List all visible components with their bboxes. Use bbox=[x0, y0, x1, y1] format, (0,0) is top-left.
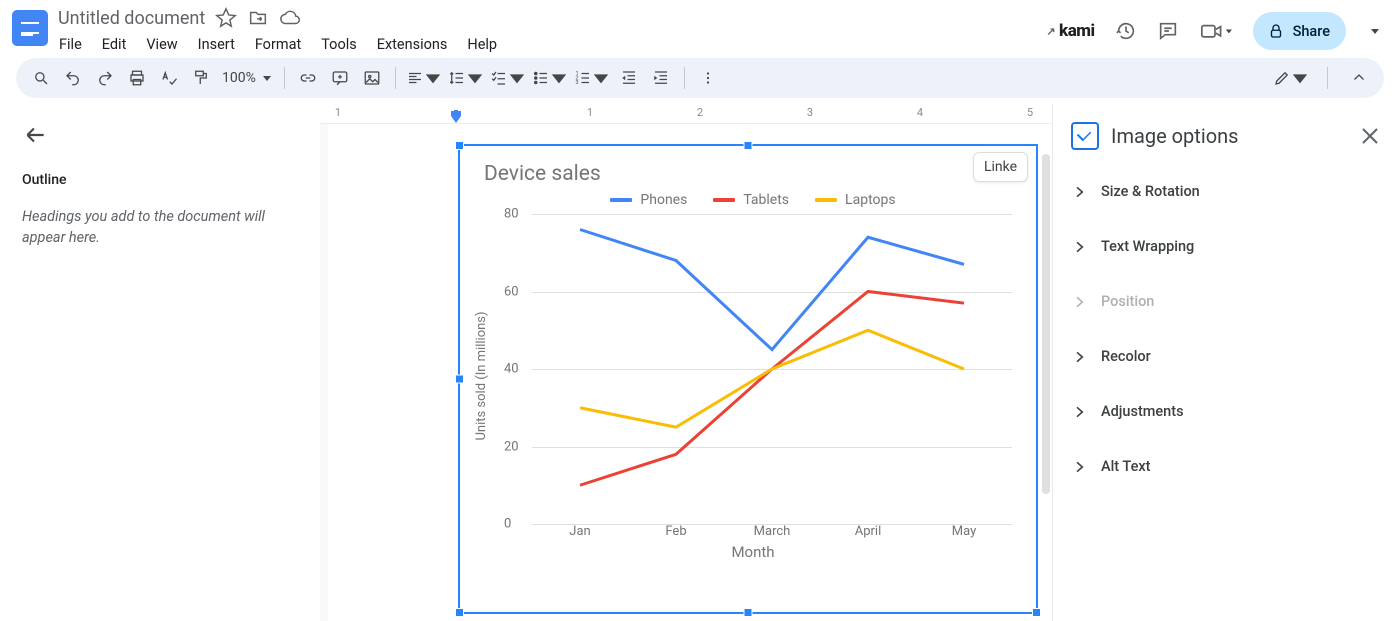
ruler-tick: 3 bbox=[807, 106, 813, 119]
outline-title: Outline bbox=[22, 172, 298, 188]
back-arrow-icon[interactable] bbox=[22, 122, 50, 150]
kami-extension-button[interactable]: ↗ kami bbox=[1046, 21, 1094, 41]
sidebar-section-position: Position bbox=[1053, 274, 1400, 329]
external-link-icon: ↗ bbox=[1046, 25, 1055, 38]
y-axis-label: Units sold (In millions) bbox=[474, 311, 489, 440]
sidebar-section-text-wrapping[interactable]: Text Wrapping bbox=[1053, 219, 1400, 274]
undo-icon[interactable] bbox=[58, 63, 88, 93]
print-icon[interactable] bbox=[122, 63, 152, 93]
sidebar-section-adjustments[interactable]: Adjustments bbox=[1053, 384, 1400, 439]
spellcheck-icon[interactable] bbox=[154, 63, 184, 93]
move-icon[interactable] bbox=[247, 7, 269, 29]
star-icon[interactable] bbox=[215, 7, 237, 29]
chart-plot: 020406080 bbox=[532, 214, 1028, 524]
separator bbox=[395, 67, 396, 89]
selected-image[interactable]: Linke Device sales PhonesTabletsLaptops … bbox=[458, 144, 1038, 614]
chart-title: Device sales bbox=[484, 162, 1028, 186]
checklist-menu[interactable] bbox=[488, 63, 528, 93]
indent-icon[interactable] bbox=[646, 63, 676, 93]
scrollbar[interactable] bbox=[1042, 154, 1050, 494]
ruler-tick: 1 bbox=[335, 106, 341, 119]
sidebar-title: Image options bbox=[1111, 124, 1358, 148]
doc-title[interactable]: Untitled document bbox=[58, 8, 205, 29]
ruler[interactable]: 1 1 2 3 4 5 bbox=[320, 104, 1052, 124]
close-icon[interactable] bbox=[1358, 124, 1382, 148]
separator bbox=[1327, 67, 1328, 89]
outline-panel: Outline Headings you add to the document… bbox=[0, 104, 320, 621]
line-spacing-menu[interactable] bbox=[446, 63, 486, 93]
legend-item: Phones bbox=[610, 192, 687, 208]
docs-logo[interactable] bbox=[12, 10, 48, 46]
ruler-tick: 5 bbox=[1027, 106, 1033, 119]
menu-insert[interactable]: Insert bbox=[197, 34, 236, 55]
meet-button[interactable] bbox=[1199, 20, 1233, 42]
legend-item: Tablets bbox=[713, 192, 789, 208]
zoom-value: 100% bbox=[222, 70, 256, 86]
history-icon[interactable] bbox=[1115, 20, 1137, 42]
cloud-status-icon[interactable] bbox=[279, 7, 301, 29]
search-icon[interactable] bbox=[26, 63, 56, 93]
bullet-list-menu[interactable] bbox=[530, 63, 570, 93]
menu-bar: File Edit View Insert Format Tools Exten… bbox=[58, 34, 1046, 55]
comments-icon[interactable] bbox=[1157, 20, 1179, 42]
redo-icon[interactable] bbox=[90, 63, 120, 93]
toolbar: 100% 123 bbox=[16, 58, 1384, 98]
menu-extensions[interactable]: Extensions bbox=[376, 34, 449, 55]
number-list-menu[interactable]: 123 bbox=[572, 63, 612, 93]
sidebar-section-size-rotation[interactable]: Size & Rotation bbox=[1053, 164, 1400, 219]
image-options-icon bbox=[1071, 122, 1099, 150]
sidebar-section-recolor[interactable]: Recolor bbox=[1053, 329, 1400, 384]
add-comment-icon[interactable] bbox=[325, 63, 355, 93]
legend-item: Laptops bbox=[815, 192, 896, 208]
kami-label: kami bbox=[1059, 21, 1095, 41]
ruler-tick: 4 bbox=[917, 106, 923, 119]
paint-format-icon[interactable] bbox=[186, 63, 216, 93]
lock-icon bbox=[1267, 22, 1285, 40]
menu-view[interactable]: View bbox=[145, 34, 178, 55]
share-label: Share bbox=[1293, 23, 1330, 40]
editing-mode-button[interactable] bbox=[1271, 63, 1311, 93]
ruler-tick: 1 bbox=[587, 106, 593, 119]
collapse-toolbar-icon[interactable] bbox=[1344, 63, 1374, 93]
page[interactable]: Linke Device sales PhonesTabletsLaptops … bbox=[328, 124, 1052, 621]
menu-edit[interactable]: Edit bbox=[101, 34, 128, 55]
outdent-icon[interactable] bbox=[614, 63, 644, 93]
image-options-sidebar: Image options Size & RotationText Wrappi… bbox=[1052, 104, 1400, 621]
share-dropdown[interactable] bbox=[1366, 12, 1384, 50]
x-axis-label: Month bbox=[478, 543, 1028, 561]
menu-format[interactable]: Format bbox=[254, 34, 302, 55]
zoom-select[interactable]: 100% bbox=[218, 70, 276, 86]
document-canvas[interactable]: 1 1 2 3 4 5 Linke Device sales PhonesT bbox=[320, 104, 1052, 621]
align-menu[interactable] bbox=[404, 63, 444, 93]
chart: Device sales Phones Tablets Laptops Units … bbox=[460, 146, 1036, 612]
ruler-tick: 2 bbox=[697, 106, 703, 119]
insert-image-icon[interactable] bbox=[357, 63, 387, 93]
x-axis-ticks: JanFebMarchAprilMay bbox=[532, 524, 1012, 539]
svg-text:3: 3 bbox=[575, 80, 578, 86]
menu-file[interactable]: File bbox=[58, 34, 83, 55]
menu-help[interactable]: Help bbox=[466, 34, 498, 55]
separator bbox=[284, 67, 285, 89]
separator bbox=[684, 67, 685, 89]
more-icon[interactable] bbox=[693, 63, 723, 93]
insert-link-icon[interactable] bbox=[293, 63, 323, 93]
outline-placeholder: Headings you add to the document will ap… bbox=[22, 206, 298, 248]
chart-legend: Phones Tablets Laptops bbox=[478, 192, 1028, 208]
menu-tools[interactable]: Tools bbox=[320, 34, 358, 55]
sidebar-section-alt-text[interactable]: Alt Text bbox=[1053, 439, 1400, 494]
share-button[interactable]: Share bbox=[1253, 12, 1346, 50]
